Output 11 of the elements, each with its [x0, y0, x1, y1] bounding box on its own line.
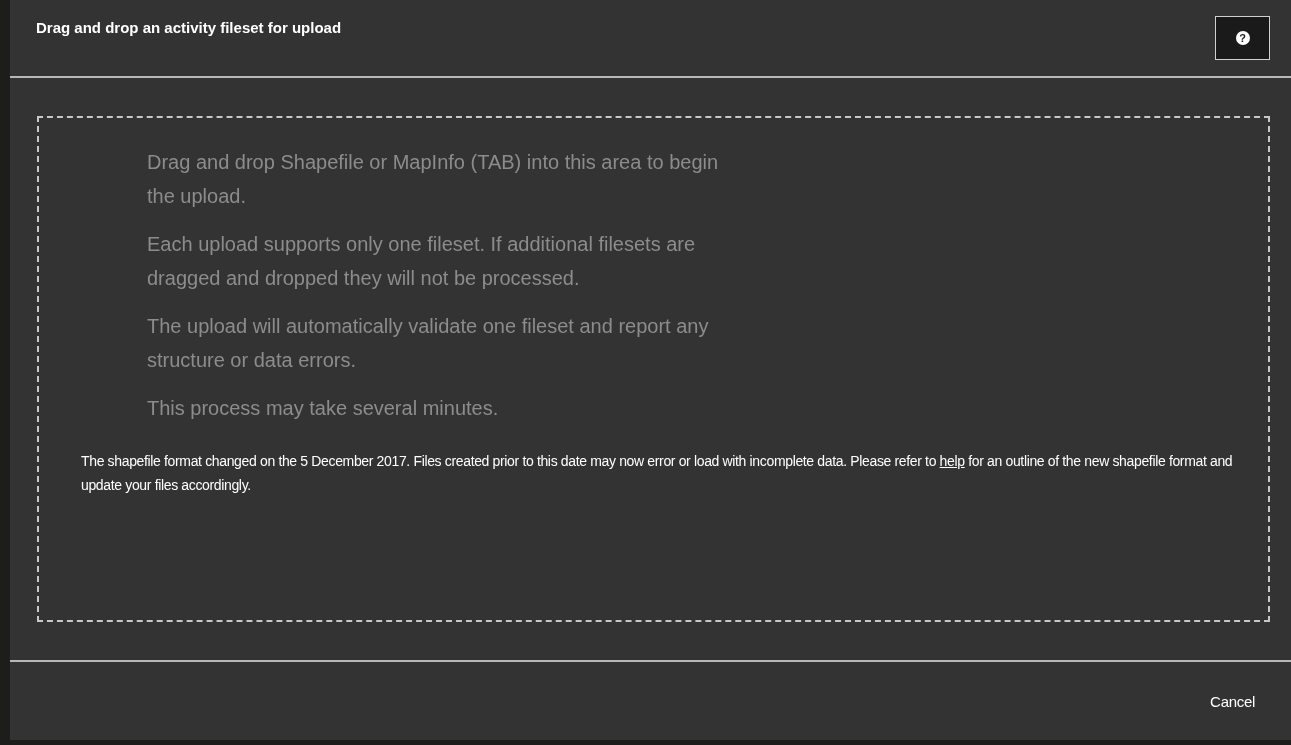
instruction-text: Each upload supports only one fileset. If additional filesets are dragged and dropped they will not be processed. [147, 232, 697, 291]
drop-zone[interactable] [37, 116, 1270, 622]
help-button[interactable]: ? [1215, 16, 1270, 60]
instruction-text: The upload will automatically validate one fileset and report any structure or data errors. [147, 314, 710, 373]
dialog-title: Drag and drop an activity fileset for upload [36, 18, 342, 36]
cancel-button[interactable]: Cancel [1210, 686, 1255, 716]
help-icon: ? [1235, 31, 1250, 45]
instruction-text: Drag and drop Shapefile or MapInfo (TAB) into this area to begin the upload. [147, 150, 720, 209]
instruction-text: This process may take several minutes. [147, 396, 500, 421]
notice-text: The shapefile format changed on the 5 December 2017. Files created prior to this date may now error or load with incomplete data. Please refer to help for an outline of the new shapefile format and update your files accordingly. [81, 452, 1234, 495]
help-link[interactable]: help [939, 453, 965, 469]
